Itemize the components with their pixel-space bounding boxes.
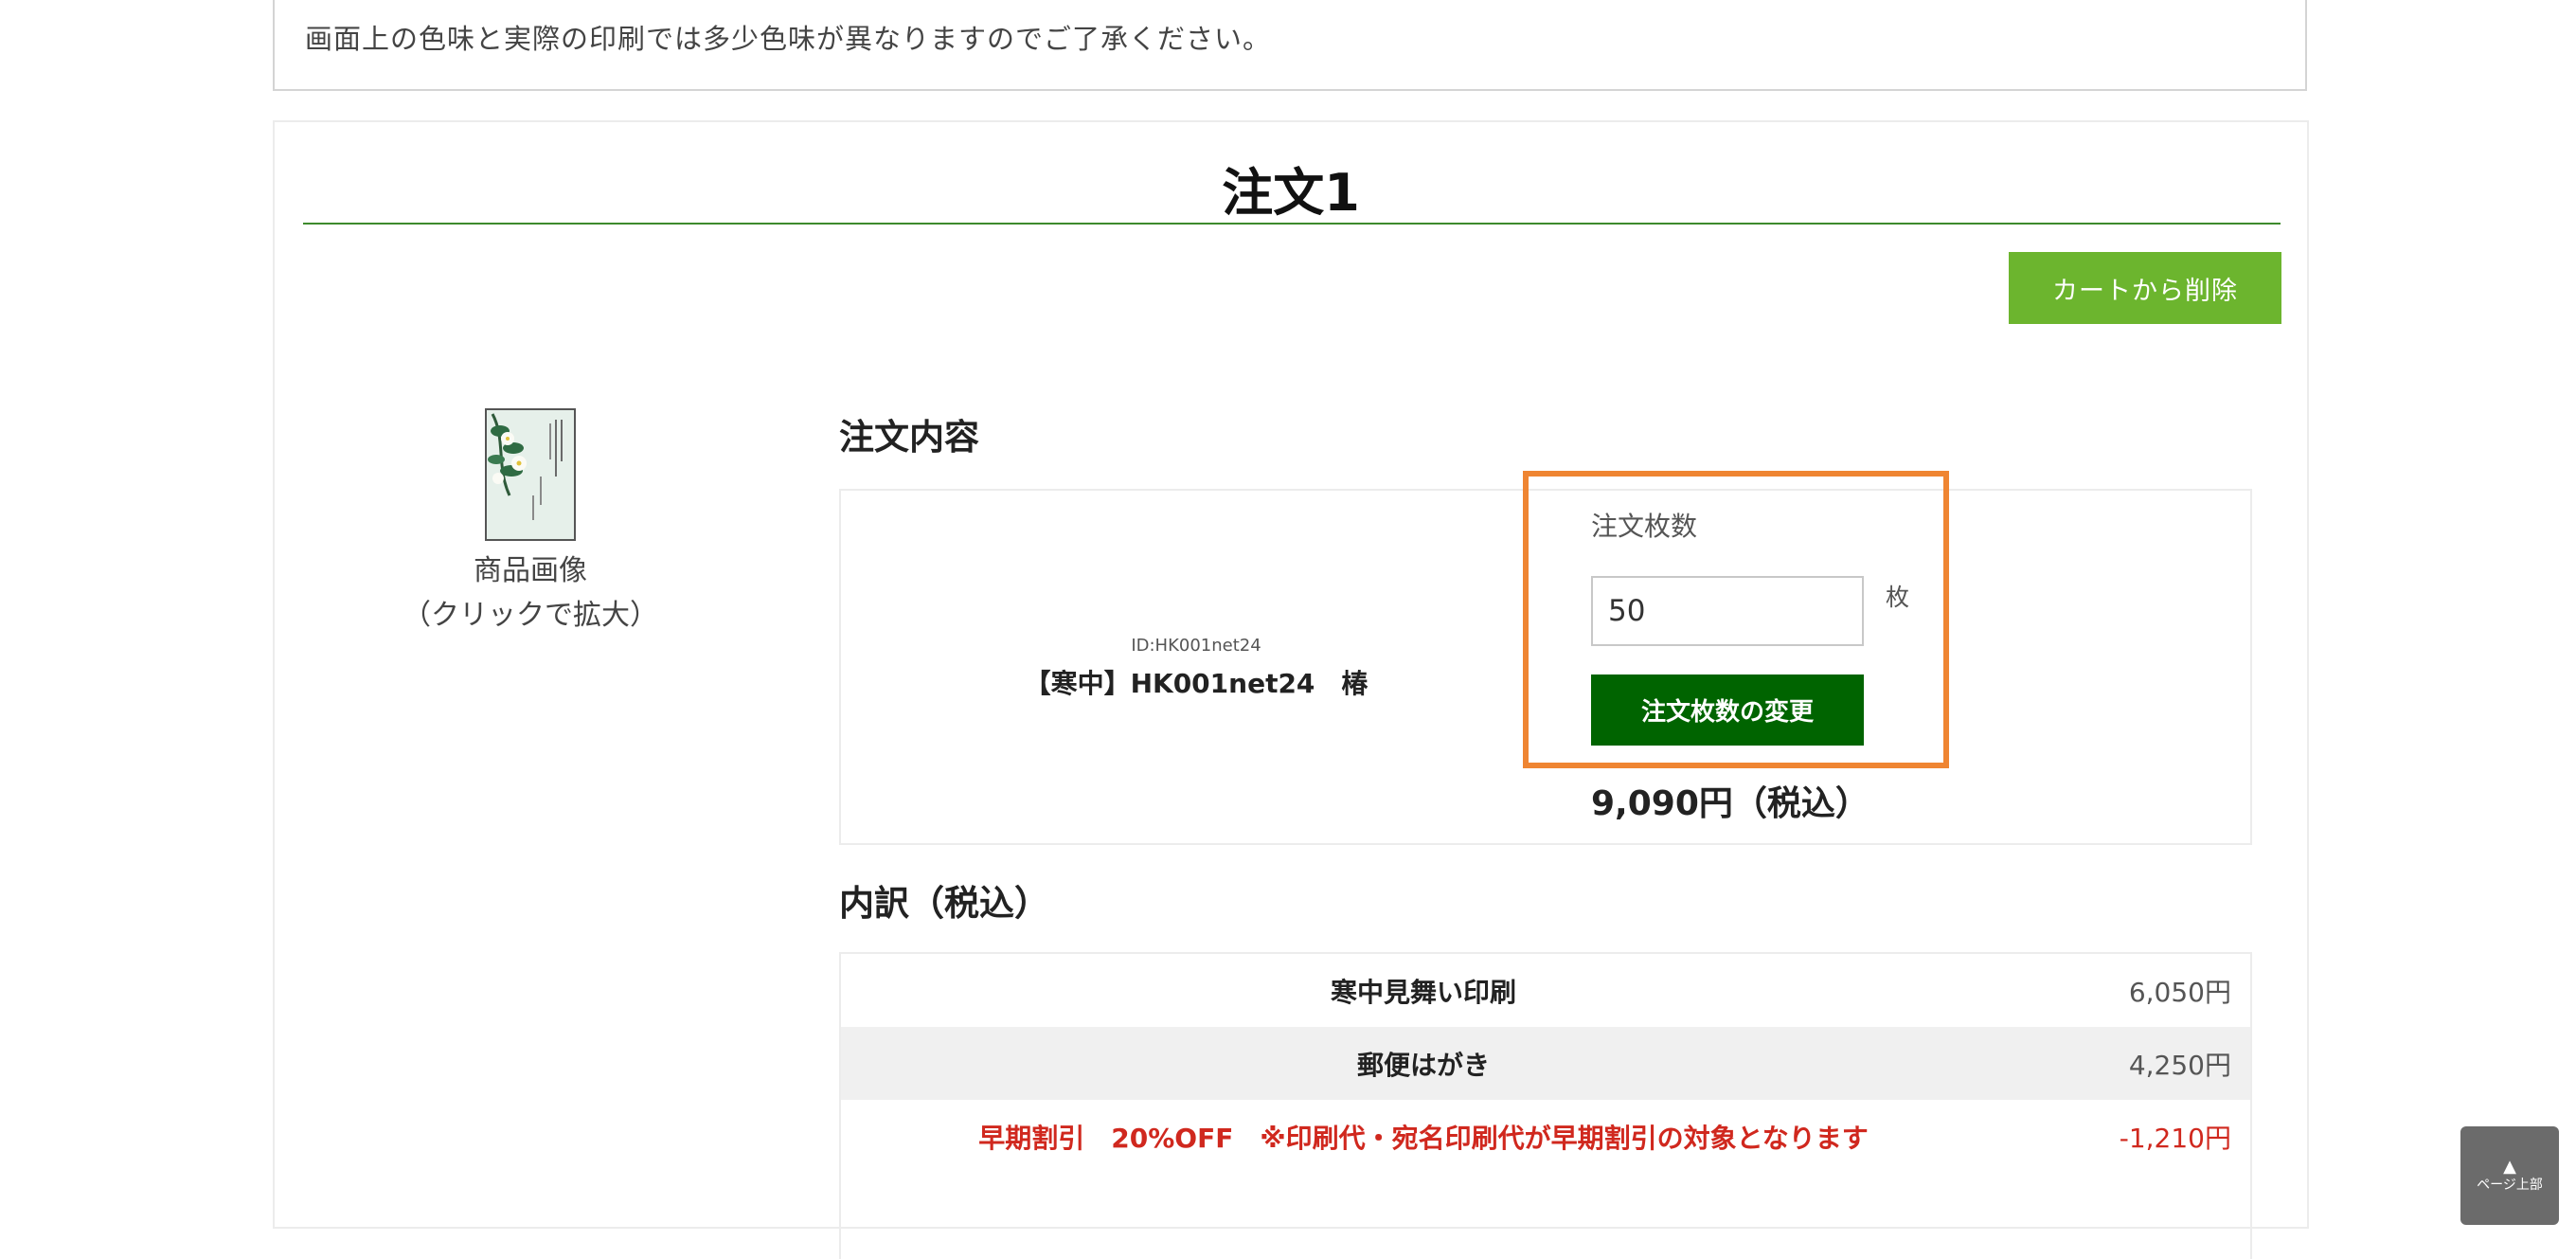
camellia-card-image — [487, 410, 574, 539]
breakdown-row-early-discount: 早期割引 20%OFF ※印刷代・宛名印刷代が早期割引の対象となります -1,2… — [841, 1100, 2250, 1173]
breakdown-label: 郵便はがき — [1356, 1049, 1490, 1081]
breakdown-label: 寒中見舞い印刷 — [1330, 976, 1516, 1008]
page-top-label: ページ上部 — [2477, 1178, 2543, 1193]
quantity-unit: 枚 — [1886, 584, 1910, 611]
breakdown-row-printing: 寒中見舞い印刷 6,050円 — [841, 954, 2250, 1027]
breakdown-row-postcard: 郵便はがき 4,250円 — [841, 1027, 2250, 1100]
color-notice-text: 画面上の色味と実際の印刷では多少色味が異なりますのでご了承ください。 — [305, 23, 1272, 55]
breakdown-value: -1,210円 — [2119, 1122, 2231, 1154]
thumbnail-caption-line2: （クリックで拡大） — [402, 599, 658, 632]
quantity-label: 注文枚数 — [1591, 511, 1698, 542]
color-notice-box: 画面上の色味と実際の印刷では多少色味が異なりますのでご了承ください。 — [273, 0, 2307, 91]
order-details-heading: 注文内容 — [839, 417, 979, 458]
product-id: ID:HK001net24 — [1131, 636, 1261, 656]
page-top-button[interactable]: ▲ ページ上部 — [2460, 1126, 2559, 1225]
product-thumbnail[interactable] — [485, 408, 576, 541]
total-price: 9,090円（税込） — [1591, 784, 1869, 823]
price-breakdown-table: 寒中見舞い印刷 6,050円 郵便はがき 4,250円 早期割引 20%OFF … — [839, 952, 2252, 1259]
thumbnail-caption: 商品画像 （クリックで拡大） — [398, 549, 663, 638]
quantity-input[interactable] — [1591, 576, 1864, 646]
breakdown-label: 早期割引 20%OFF ※印刷代・宛名印刷代が早期割引の対象となります — [978, 1122, 1869, 1154]
thumbnail-caption-line1: 商品画像 — [474, 554, 587, 587]
change-quantity-button[interactable]: 注文枚数の変更 — [1591, 674, 1864, 746]
remove-from-cart-button[interactable]: カートから削除 — [2009, 252, 2281, 324]
page: 画面上の色味と実際の印刷では多少色味が異なりますのでご了承ください。 注文1 カ… — [0, 0, 2576, 1259]
order-title: 注文1 — [1222, 163, 1360, 223]
title-divider — [303, 223, 2281, 225]
order-card: 注文1 カートから削除 商品画像 （クリックで拡大） 注文内容 ID:HK001… — [273, 120, 2309, 1259]
arrow-up-icon: ▲ — [2503, 1157, 2516, 1177]
product-name: 【寒中】HK001net24 椿 — [1024, 668, 1368, 699]
breakdown-value: 6,050円 — [2128, 976, 2231, 1008]
breakdown-heading: 内訳（税込） — [839, 883, 1049, 924]
breakdown-value: 4,250円 — [2128, 1049, 2231, 1081]
